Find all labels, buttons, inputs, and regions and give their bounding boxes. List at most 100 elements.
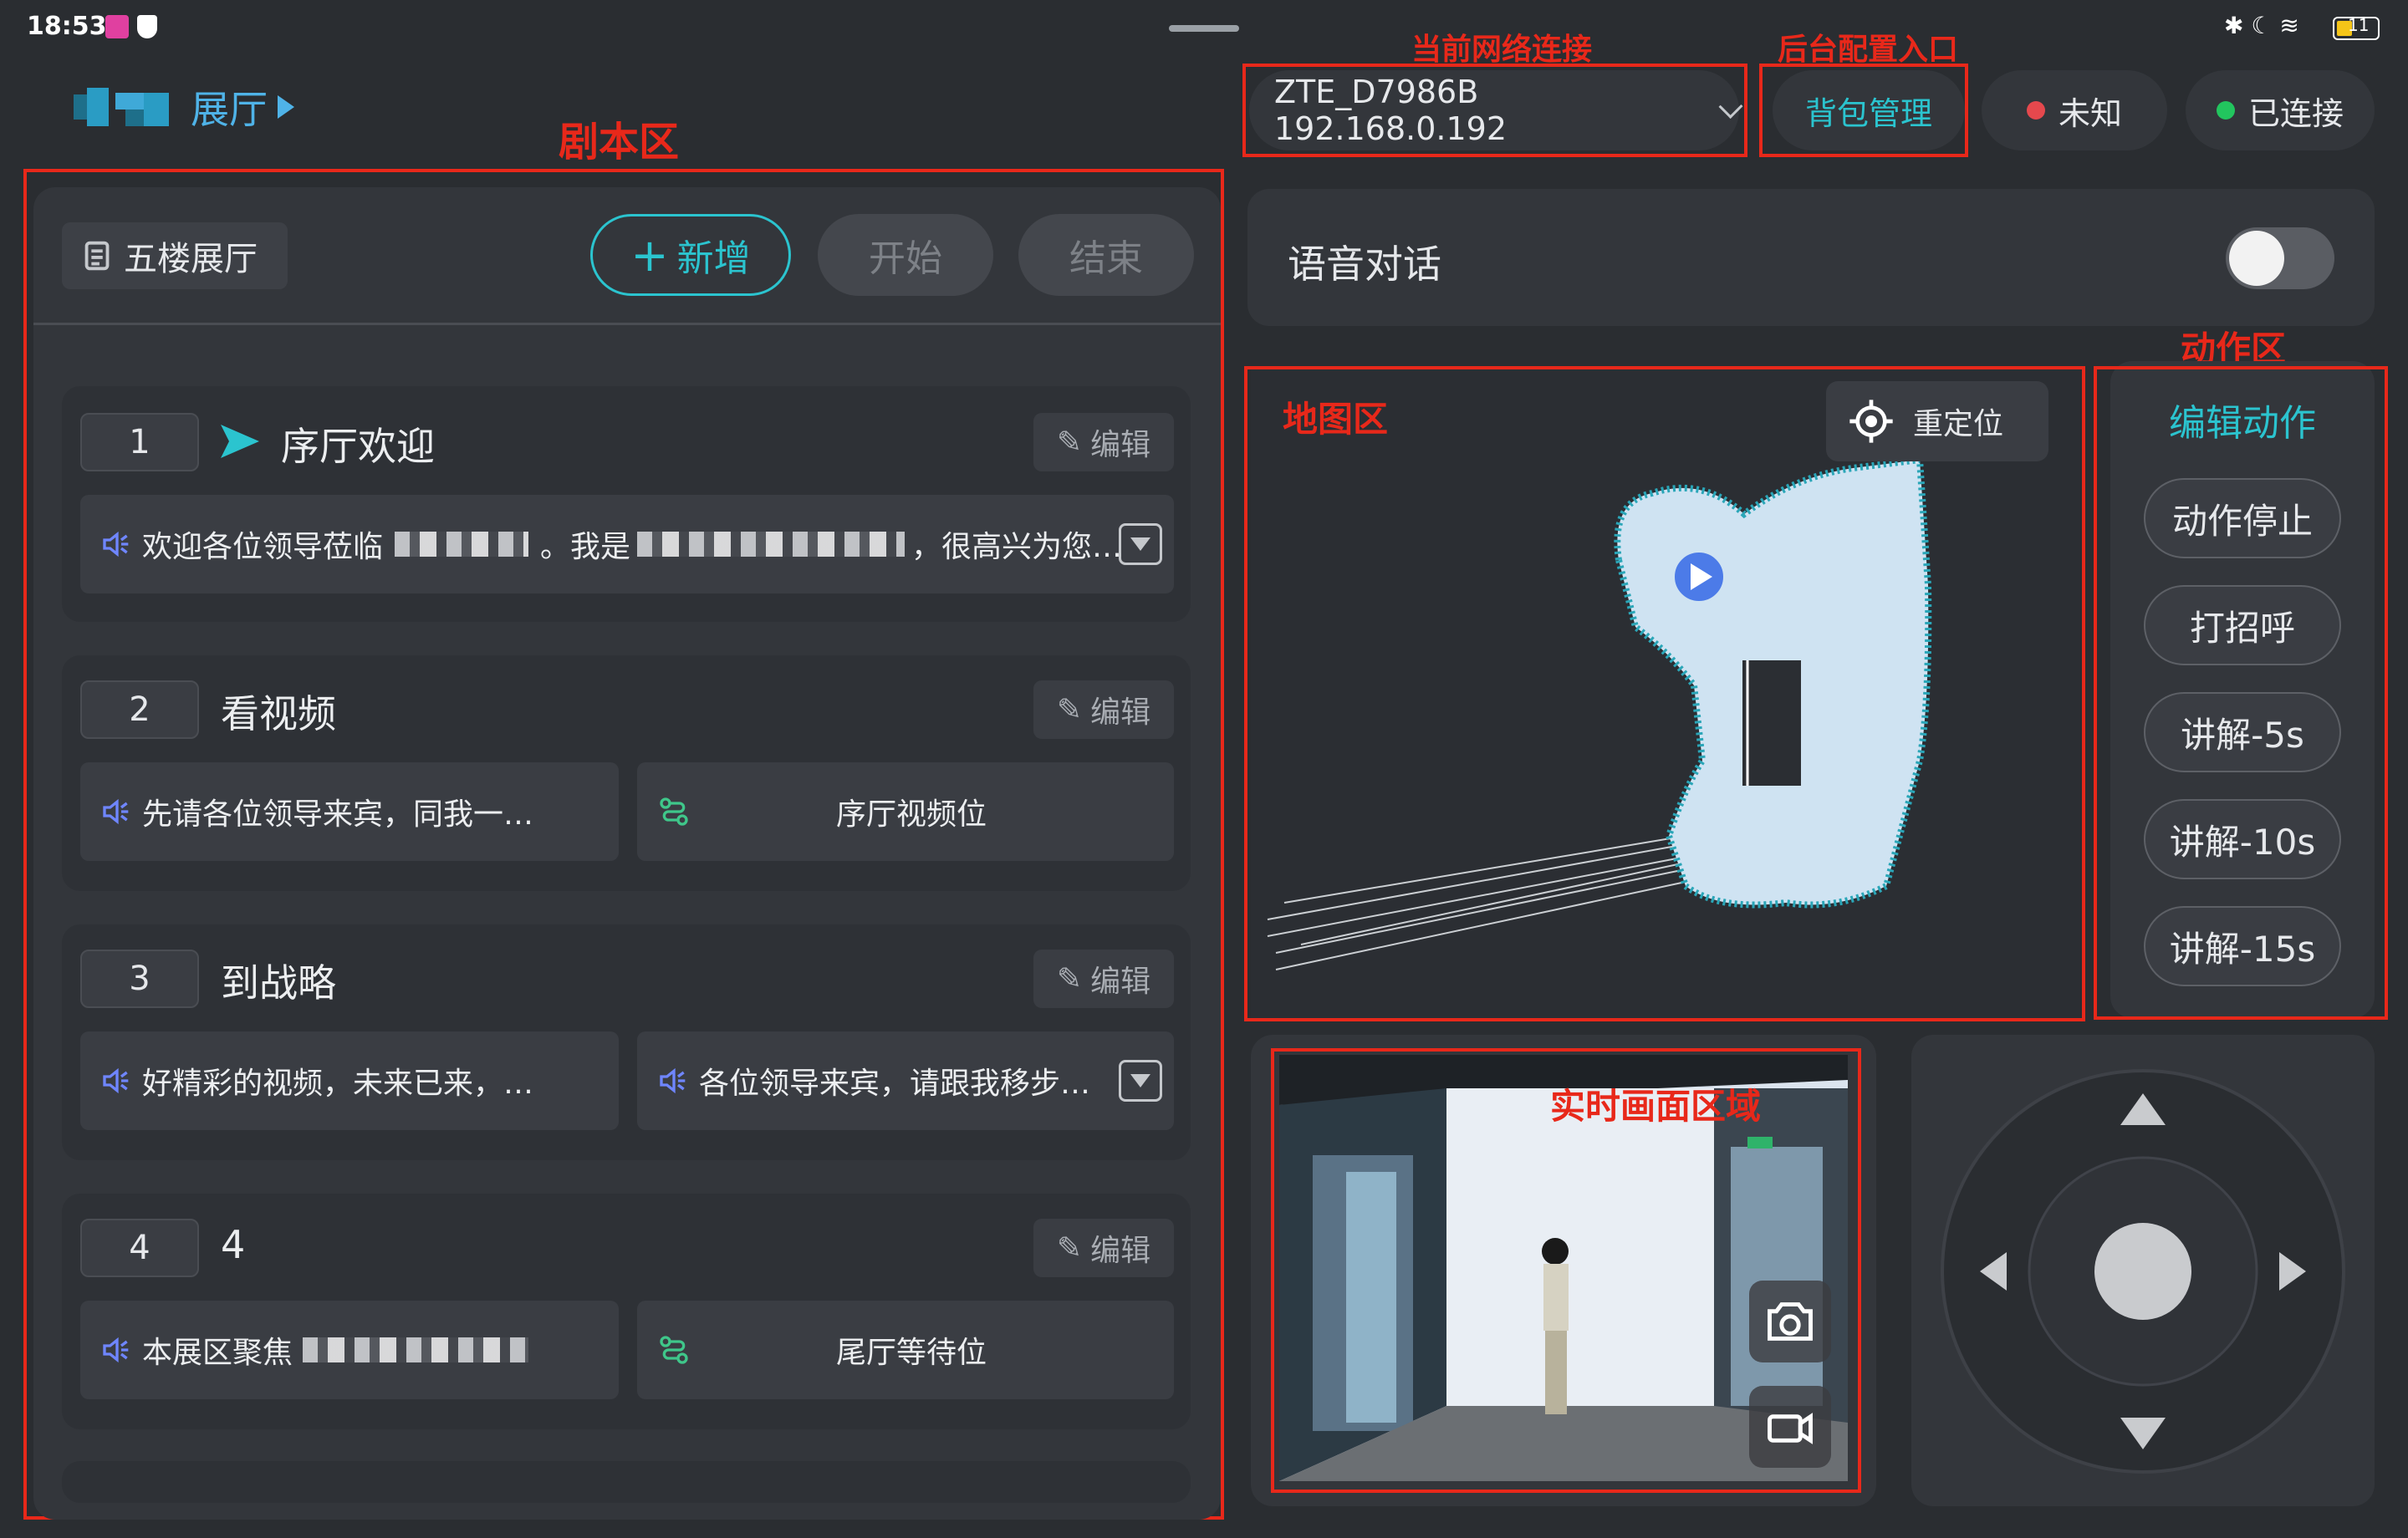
speech-text-mid: 。我是 — [540, 530, 631, 564]
system-icons: ✱ ☾ ≋ — [2224, 12, 2299, 39]
speaker-icon — [103, 531, 129, 558]
item-title: 4 — [221, 1222, 246, 1267]
start-label: 开始 — [869, 237, 942, 280]
speaker-icon — [103, 1337, 129, 1363]
speech-chip[interactable]: 本展区聚焦 — [80, 1301, 619, 1399]
redacted-text — [395, 532, 529, 557]
item-title: 序厅欢迎 — [281, 424, 435, 469]
nav-target: 尾厅等待位 — [835, 1336, 987, 1370]
status-time: 18:53 — [27, 12, 107, 41]
item-number: 1 — [80, 413, 199, 471]
action-explain-5s-button[interactable]: 讲解-5s — [2144, 692, 2341, 772]
annotation-script-area: 剧本区 — [559, 119, 680, 166]
speech-chip[interactable]: 欢迎各位领导莅临 。我是 ，很高兴为您… — [80, 495, 1174, 593]
logo-icon — [67, 84, 184, 130]
video-icon — [1768, 1413, 1813, 1444]
speech-text: 好精彩的视频，未来已来，… — [142, 1067, 534, 1101]
add-label: 新增 — [676, 237, 751, 280]
chevron-down-icon[interactable] — [1119, 1060, 1162, 1102]
brand-title: 展厅 — [191, 87, 268, 132]
network-select[interactable]: ZTE_D7986B 192.168.0.192 — [1249, 70, 1743, 150]
speaker-icon — [103, 1067, 129, 1094]
status-connected-label: 已连接 — [2247, 94, 2344, 132]
end-label: 结束 — [1069, 237, 1143, 280]
speech-text: 欢迎各位领导莅临 — [142, 530, 384, 564]
redacted-text — [303, 1337, 529, 1362]
speaker-icon — [103, 798, 129, 825]
pencil-icon: ✎ — [1056, 692, 1083, 727]
edit-label: 编辑 — [1090, 965, 1151, 999]
route-icon — [660, 797, 688, 826]
speech-chip[interactable]: 先请各位领导来宾，同我一… — [80, 762, 619, 861]
hall-name: 五楼展厅 — [124, 240, 258, 278]
play-icon — [278, 95, 294, 119]
item-title: 看视频 — [221, 691, 336, 736]
edit-label: 编辑 — [1090, 1234, 1151, 1268]
speech-text: 本展区聚焦 — [142, 1336, 293, 1370]
speech-text-tail: ，很高兴为您… — [911, 530, 1123, 564]
action-explain-15s-button[interactable]: 讲解-15s — [2144, 906, 2341, 986]
network-value: ZTE_D7986B 192.168.0.192 — [1274, 74, 1508, 147]
edit-label: 编辑 — [1090, 428, 1151, 462]
action-explain-10s-button[interactable]: 讲解-10s — [2144, 799, 2341, 879]
relocate-button[interactable]: 重定位 — [1826, 381, 2048, 461]
speech-text: 各位领导来宾，请跟我移步… — [699, 1067, 1091, 1101]
item-number: 4 — [80, 1219, 199, 1277]
redacted-text — [637, 532, 906, 557]
speech-chip[interactable]: 好精彩的视频，未来已来，… — [80, 1031, 619, 1130]
divider — [33, 323, 1221, 325]
send-icon — [221, 425, 259, 458]
edit-label: 编辑 — [1090, 695, 1151, 730]
edit-button[interactable]: ✎ 编辑 — [1033, 950, 1174, 1008]
drag-handle[interactable] — [1169, 25, 1239, 32]
status-unknown-label: 未知 — [2058, 94, 2122, 132]
locate-icon — [1849, 400, 1893, 443]
record-button[interactable] — [1749, 1386, 1831, 1468]
speech-text: 先请各位领导来宾，同我一… — [142, 797, 534, 832]
backpack-manage-button[interactable]: 背包管理 — [1773, 70, 1965, 150]
camera-button[interactable] — [1749, 1281, 1831, 1362]
item-number: 3 — [80, 950, 199, 1008]
shield-icon — [137, 15, 157, 38]
status-dot — [2216, 101, 2235, 120]
chevron-down-icon[interactable] — [1119, 523, 1162, 565]
script-card[interactable] — [62, 1461, 1191, 1503]
camera-icon — [1768, 1302, 1813, 1341]
brand[interactable]: 展厅 — [67, 80, 294, 134]
doc-icon — [84, 241, 110, 271]
pencil-icon: ✎ — [1056, 1230, 1083, 1266]
app-notification-icon — [105, 15, 129, 38]
add-button[interactable]: + 新增 — [590, 214, 791, 296]
edit-button[interactable]: ✎ 编辑 — [1033, 413, 1174, 471]
pencil-icon: ✎ — [1056, 961, 1083, 996]
action-greet-button[interactable]: 打招呼 — [2144, 585, 2341, 665]
annotation-map-area: 地图区 — [1283, 399, 1389, 440]
action-stop-button[interactable]: 动作停止 — [2144, 478, 2341, 558]
relocate-label: 重定位 — [1913, 407, 2004, 441]
battery-text: 11 — [2348, 15, 2370, 35]
speech-chip[interactable]: 各位领导来宾，请跟我移步… — [637, 1031, 1174, 1130]
route-icon — [660, 1336, 688, 1364]
item-number: 2 — [80, 680, 199, 739]
annotation-box-map — [1244, 366, 2085, 1021]
annotation-backend: 后台配置入口 — [1778, 33, 1959, 67]
speaker-icon — [660, 1067, 686, 1094]
nav-target: 序厅视频位 — [835, 797, 987, 832]
edit-actions-title[interactable]: 编辑动作 — [2110, 393, 2375, 446]
joystick[interactable] — [1938, 1067, 2348, 1476]
end-button[interactable]: 结束 — [1018, 214, 1194, 296]
pencil-icon: ✎ — [1056, 425, 1083, 460]
edit-button[interactable]: ✎ 编辑 — [1033, 1219, 1174, 1277]
edit-button[interactable]: ✎ 编辑 — [1033, 680, 1174, 739]
status-unknown: 未知 — [1982, 70, 2167, 150]
start-button[interactable]: 开始 — [818, 214, 993, 296]
backpack-label: 背包管理 — [1804, 94, 1932, 132]
nav-chip[interactable]: 尾厅等待位 — [637, 1301, 1174, 1399]
annotation-live-area: 实时画面区域 — [1550, 1086, 1762, 1127]
item-title: 到战略 — [221, 960, 336, 1006]
status-bar: 18:53 ✱ ☾ ≋ 11 — [0, 0, 2408, 59]
hall-tag[interactable]: 五楼展厅 — [62, 222, 288, 289]
nav-chip[interactable]: 序厅视频位 — [637, 762, 1174, 861]
voice-toggle-knob — [2229, 231, 2284, 286]
annotation-network: 当前网络连接 — [1411, 33, 1593, 67]
